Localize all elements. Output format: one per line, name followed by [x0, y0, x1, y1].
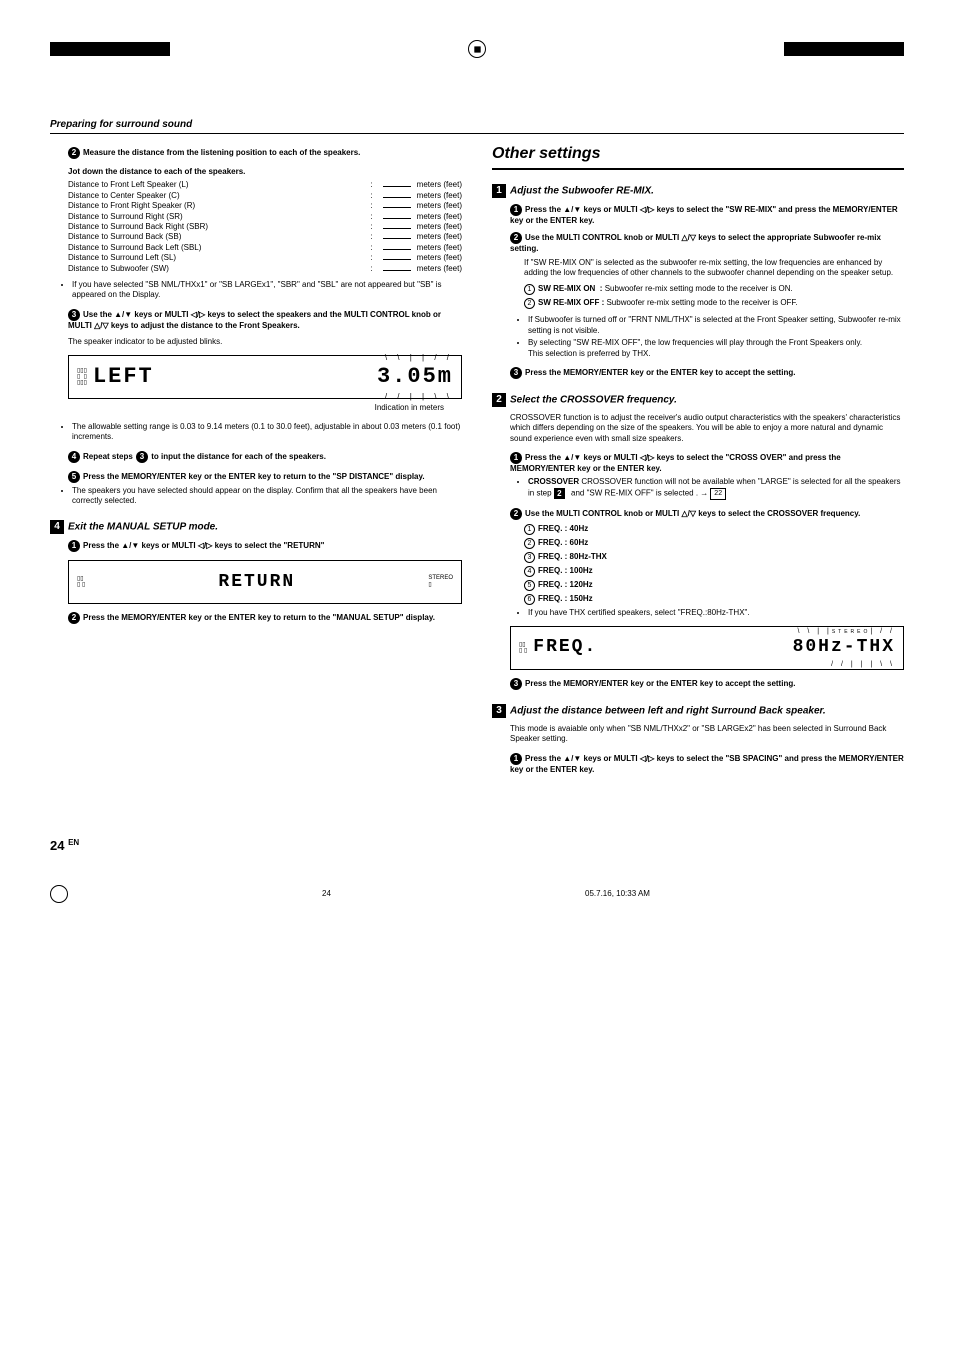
step2-text: Measure the distance from the listening … — [83, 148, 360, 157]
reg-bar-right — [784, 42, 904, 56]
dist-label: Distance to Front Left Speaker (L) — [68, 180, 370, 190]
reg-bar-left — [50, 42, 170, 56]
page-footer: 24 EN — [50, 838, 904, 855]
exit1: Press the ▲/▼ keys or MULTI ◁/▷ keys to … — [83, 541, 324, 550]
substep-3-icon: 3 — [68, 309, 80, 321]
substep-e2-icon: 2 — [68, 612, 80, 624]
right-column: Other settings 1Adjust the Subwoofer RE-… — [492, 144, 904, 778]
jot-title: Jot down the distance to each of the spe… — [68, 167, 462, 177]
step5-note: The speakers you have selected should ap… — [72, 486, 462, 507]
sb-note: If you have selected "SB NML/THXx1" or "… — [72, 280, 462, 301]
lcd-display-3: ▯▯▯ ▯ FREQ. \ \ | |STEREO| / / 80Hz-THX … — [510, 626, 904, 670]
exit-head: Exit the MANUAL SETUP mode. — [68, 522, 218, 533]
section-heading: Preparing for surround sound — [50, 118, 904, 134]
step3-text: Use the ▲/▼ keys or MULTI ◁/▷ keys to se… — [68, 310, 441, 330]
step4-text: Repeat steps 3 to input the distance for… — [83, 452, 326, 461]
blink-text: The speaker indicator to be adjusted bli… — [68, 337, 462, 347]
substep-e1-icon: 1 — [68, 540, 80, 552]
exit2: Press the MEMORY/ENTER key or the ENTER … — [83, 613, 435, 622]
range-note: The allowable setting range is 0.03 to 9… — [72, 422, 462, 443]
step5-text: Press the MEMORY/ENTER key or the ENTER … — [83, 472, 425, 481]
print-footer: 24 05.7.16, 10:33 AM — [50, 885, 904, 903]
other-settings-head: Other settings — [492, 144, 904, 170]
lcd-display-2: ▯▯▯ ▯ RETURN STEREO▯ — [68, 560, 462, 604]
substep-4-icon: 4 — [68, 451, 80, 463]
stereo-indicator: STEREO▯ — [428, 575, 453, 591]
distance-list: Distance to Front Left Speaker (L): mete… — [50, 180, 462, 274]
step-3-box: 3 — [492, 704, 506, 718]
substep-2-icon: 2 — [68, 147, 80, 159]
step-1-box: 1 — [492, 184, 506, 198]
substep-5-icon: 5 — [68, 471, 80, 483]
reg-target-icon-bottom — [50, 885, 68, 903]
left-column: 2Measure the distance from the listening… — [50, 144, 462, 778]
step-2-box: 2 — [492, 393, 506, 407]
speaker-layout-icon: ▯▯▯▯ ▯▯▯▯ — [77, 368, 87, 386]
reg-target-icon — [468, 40, 486, 58]
registration-marks-top — [50, 40, 904, 58]
speaker-layout-icon-2: ▯▯▯ ▯ — [77, 576, 85, 588]
lcd-display-1: ▯▯▯▯ ▯▯▯▯ LEFT \ \ | | / / 3.05m / / | |… — [68, 355, 462, 399]
step-4-box: 4 — [50, 520, 64, 534]
caption-1: Indication in meters — [50, 403, 444, 413]
speaker-layout-icon-3: ▯▯▯ ▯ — [519, 642, 527, 654]
